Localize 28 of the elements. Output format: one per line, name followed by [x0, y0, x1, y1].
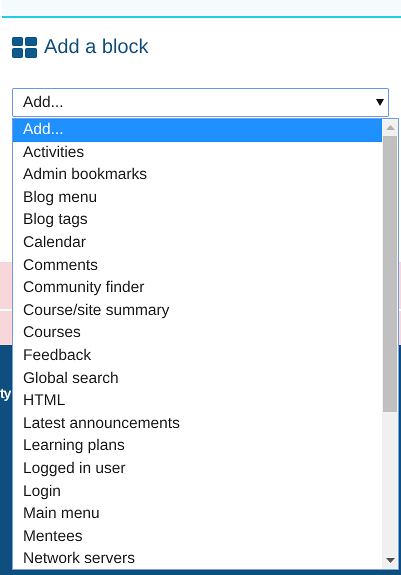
- scroll-down-icon[interactable]: [386, 558, 394, 563]
- dropdown-option[interactable]: Admin bookmarks: [13, 164, 382, 187]
- scrollbar-thumb[interactable]: [383, 136, 397, 412]
- dropdown-option[interactable]: Learning plans: [13, 435, 382, 458]
- dropdown-option[interactable]: Activities: [13, 142, 382, 164]
- footer-text: ty: [0, 385, 10, 401]
- dropdown-option[interactable]: Global search: [13, 368, 382, 390]
- dropdown-option[interactable]: Logged in user: [13, 458, 382, 480]
- dropdown-option[interactable]: Network servers: [13, 548, 382, 571]
- dropdown-option[interactable]: Feedback: [13, 344, 382, 368]
- dropdown-option[interactable]: Blog tags: [13, 209, 382, 232]
- dropdown-option[interactable]: Main menu: [13, 503, 382, 526]
- dropdown-caret-icon: [376, 99, 384, 106]
- dropdown-option[interactable]: Community finder: [13, 277, 382, 300]
- dropdown-option[interactable]: Latest announcements: [13, 412, 382, 436]
- dropdown-option[interactable]: Calendar: [13, 232, 382, 255]
- dropdown-option[interactable]: Login: [13, 480, 382, 504]
- block-heading: Add a block: [44, 36, 149, 58]
- dropdown-option[interactable]: Courses: [13, 322, 382, 345]
- dropdown-option[interactable]: Course/site summary: [13, 300, 382, 322]
- scroll-up-icon[interactable]: [386, 125, 394, 130]
- dropdown-option[interactable]: HTML: [13, 390, 382, 413]
- dropdown-option[interactable]: Mentees: [13, 526, 382, 548]
- dropdown-option[interactable]: Comments: [13, 254, 382, 278]
- dropdown-option[interactable]: Blog menu: [13, 186, 382, 210]
- blocks-icon: [12, 36, 37, 58]
- scrollbar[interactable]: [382, 119, 398, 569]
- block-select[interactable]: Add...: [12, 88, 389, 117]
